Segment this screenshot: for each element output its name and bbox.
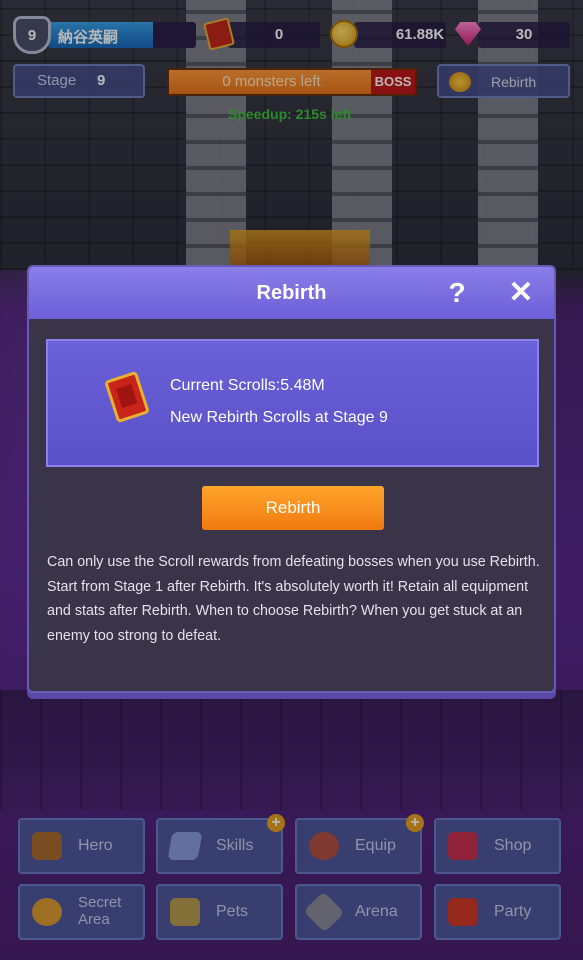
current-scrolls-text: Current Scrolls:5.48M <box>170 377 325 394</box>
dialog-title: Rebirth <box>256 282 327 304</box>
new-scrolls-text: New Rebirth Scrolls at Stage 9 <box>170 409 388 426</box>
scroll-info-panel: Current Scrolls:5.48M New Rebirth Scroll… <box>46 339 539 467</box>
scroll-book-icon <box>104 370 150 424</box>
rebirth-confirm-button[interactable]: Rebirth <box>202 486 384 530</box>
rebirth-dialog: Rebirth ? ✕ Current Scrolls:5.48M New Re… <box>27 265 556 693</box>
help-button[interactable]: ? <box>445 277 469 309</box>
rebirth-description: Can only use the Scroll rewards from def… <box>47 554 540 644</box>
close-button[interactable]: ✕ <box>507 277 535 309</box>
dialog-header: Rebirth ? ✕ <box>29 267 554 319</box>
